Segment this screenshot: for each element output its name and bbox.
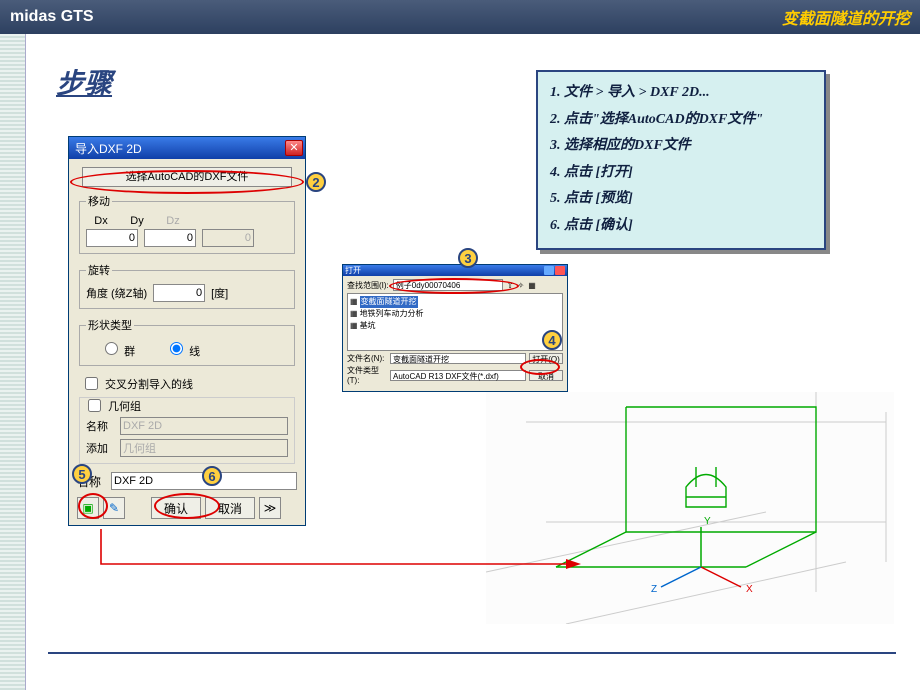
shape-group-radio[interactable]: 群 bbox=[100, 339, 135, 359]
apply-button[interactable]: ✎ bbox=[103, 497, 125, 519]
close-icon[interactable]: ✕ bbox=[285, 140, 303, 156]
step-1: 1. 文件 > 导入 > DXF 2D... bbox=[550, 80, 812, 107]
geom-label: 几何组 bbox=[108, 398, 141, 414]
filename-label: 文件名(N): bbox=[347, 353, 387, 364]
shape-line-radio[interactable]: 线 bbox=[165, 339, 200, 359]
open-dialog-body: 查找范围(I): 例子0dy00070406 ⇧ ✧ ▦ ▦变截面隧道开挖 ▦地… bbox=[343, 276, 567, 388]
ok-button[interactable]: 确认 bbox=[151, 497, 201, 519]
move-legend: 移动 bbox=[86, 193, 112, 209]
lookin-label: 查找范围(I): bbox=[347, 280, 389, 291]
new-folder-icon[interactable]: ✧ bbox=[517, 281, 524, 290]
add-label: 添加 bbox=[86, 440, 114, 456]
filetype-label: 文件类型(T): bbox=[347, 365, 387, 385]
dx-label: Dx bbox=[86, 215, 116, 227]
step-5: 5. 点击 [预览] bbox=[550, 186, 812, 213]
model-viewport: X Y Z bbox=[486, 392, 894, 624]
filename-input[interactable]: 变截面隧道开挖 bbox=[390, 353, 526, 364]
angle-input[interactable] bbox=[153, 284, 205, 302]
import-dxf-dialog: 导入DXF 2D ✕ 选择AutoCAD的DXF文件 移动 Dx Dy Dz 旋 bbox=[68, 136, 306, 526]
geom-checkbox[interactable] bbox=[88, 399, 101, 412]
shape-type-group: 形状类型 群 线 bbox=[79, 317, 295, 366]
callout-4: 4 bbox=[542, 330, 562, 350]
callout-6: 6 bbox=[202, 466, 222, 486]
angle-label: 角度 (绕Z轴) bbox=[86, 285, 147, 301]
slide-content: 步骤 1. 文件 > 导入 > DXF 2D... 2. 点击"选择AutoCA… bbox=[26, 34, 920, 690]
rotate-group: 旋转 角度 (绕Z轴) [度] bbox=[79, 262, 295, 309]
app-name: midas GTS bbox=[10, 8, 94, 26]
view-icon[interactable]: ▦ bbox=[528, 281, 536, 290]
cross-split-label: 交叉分割导入的线 bbox=[105, 376, 193, 392]
callout-2: 2 bbox=[306, 172, 326, 192]
lookin-dropdown[interactable]: 例子0dy00070406 bbox=[393, 279, 503, 291]
dz-input bbox=[202, 229, 254, 247]
dy-label: Dy bbox=[122, 215, 152, 227]
dz-label: Dz bbox=[158, 215, 188, 227]
angle-unit: [度] bbox=[211, 285, 228, 301]
dx-input[interactable] bbox=[86, 229, 138, 247]
steps-box: 1. 文件 > 导入 > DXF 2D... 2. 点击"选择AutoCAD的D… bbox=[536, 70, 826, 250]
cancel-button[interactable]: 取消 bbox=[205, 497, 255, 519]
list-item: ▦变截面隧道开挖 bbox=[350, 296, 560, 308]
callout-5: 5 bbox=[72, 464, 92, 484]
more-button[interactable]: ≫ bbox=[259, 497, 281, 519]
dialog-titlebar: 导入DXF 2D ✕ bbox=[69, 137, 305, 159]
name-label: 名称 bbox=[86, 418, 114, 434]
name-input bbox=[120, 417, 288, 435]
list-item: ▦地铁列车动力分析 bbox=[350, 308, 560, 320]
add-select bbox=[120, 439, 288, 457]
step-4: 4. 点击 [打开] bbox=[550, 160, 812, 187]
open-dialog-titlebar: 打开 bbox=[343, 265, 567, 276]
shape-legend: 形状类型 bbox=[86, 317, 134, 333]
axis-y-label: Y bbox=[704, 516, 711, 527]
section-title: 步骤 bbox=[56, 62, 112, 102]
axis-z-label: Z bbox=[651, 584, 657, 595]
select-dxf-button[interactable]: 选择AutoCAD的DXF文件 bbox=[82, 167, 292, 187]
axis-x-label: X bbox=[746, 584, 753, 595]
app-header: midas GTS 变截面隧道的开挖 bbox=[0, 0, 920, 34]
step-2: 2. 点击"选择AutoCAD的DXF文件" bbox=[550, 107, 812, 134]
open-dialog-title: 打开 bbox=[345, 265, 361, 276]
dialog-button-row: ▣ ✎ 确认 取消 ≫ bbox=[77, 497, 281, 519]
list-item: ▦基坑 bbox=[350, 320, 560, 332]
cross-split-checkbox[interactable] bbox=[85, 377, 98, 390]
up-icon[interactable]: ⇧ bbox=[507, 281, 514, 290]
dialog-body: 选择AutoCAD的DXF文件 移动 Dx Dy Dz 旋转 角度 (绕Z轴) bbox=[69, 159, 305, 496]
sidebar-binding-strip bbox=[0, 34, 26, 690]
doc-title: 变截面隧道的开挖 bbox=[782, 5, 910, 29]
file-list[interactable]: ▦变截面隧道开挖 ▦地铁列车动力分析 ▦基坑 bbox=[347, 293, 563, 351]
move-group: 移动 Dx Dy Dz bbox=[79, 193, 295, 254]
open-file-dialog: 打开 查找范围(I): 例子0dy00070406 ⇧ ✧ ▦ ▦变截面隧道开挖… bbox=[342, 264, 568, 392]
step-6: 6. 点击 [确认] bbox=[550, 213, 812, 240]
open-button[interactable]: 打开(O) bbox=[529, 353, 563, 364]
callout-3: 3 bbox=[458, 248, 478, 268]
dialog-title: 导入DXF 2D bbox=[75, 140, 142, 157]
geom-group: 几何组 名称 添加 bbox=[79, 397, 295, 464]
open-cancel-button[interactable]: 取消 bbox=[529, 370, 563, 381]
step-3: 3. 选择相应的DXF文件 bbox=[550, 133, 812, 160]
rotate-legend: 旋转 bbox=[86, 262, 112, 278]
help-icon[interactable] bbox=[544, 266, 554, 275]
preview-button[interactable]: ▣ bbox=[77, 497, 99, 519]
filetype-select[interactable]: AutoCAD R13 DXF文件(*.dxf) bbox=[390, 370, 526, 381]
dy-input[interactable] bbox=[144, 229, 196, 247]
close-icon[interactable] bbox=[555, 266, 565, 275]
footer-rule bbox=[48, 652, 896, 654]
